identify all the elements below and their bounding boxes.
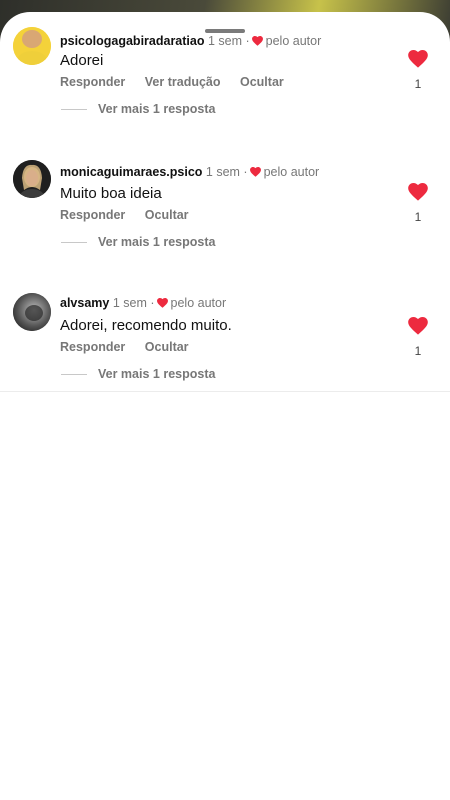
like-control[interactable]: 1 [407,50,429,91]
heart-icon[interactable] [408,183,428,201]
reply-button[interactable]: Responder [60,208,125,222]
like-control[interactable]: 1 [407,317,429,358]
comment-username[interactable]: psicologagabiradaratiao [60,34,204,48]
comments-sheet: psicologagabiradaratiao 1 sem · pelo auto… [0,12,450,800]
comment-time: 1 sem [205,165,240,179]
section-divider [0,391,450,392]
comment-actions: Responder Ocultar [60,340,205,354]
reply-button[interactable]: Responder [60,340,125,354]
like-count: 1 [414,77,422,91]
reply-thread-line [61,108,87,110]
view-more-replies-label: Ver mais 1 resposta [98,102,216,116]
view-more-replies[interactable]: Ver mais 1 resposta [61,235,215,249]
heart-mini-icon [251,35,263,49]
comment-meta: psicologagabiradaratiao 1 sem · pelo auto… [60,34,322,49]
like-count: 1 [414,210,422,224]
view-more-replies-label: Ver mais 1 resposta [98,367,216,381]
liked-by-author-label: pelo autor [265,34,322,48]
comment-text: Adorei, recomendo muito. [60,317,232,334]
heart-icon[interactable] [408,317,428,335]
comment-text: Muito boa ideia [60,185,162,202]
heart-mini-icon [156,297,168,311]
heart-mini-icon [249,166,261,180]
avatar[interactable] [13,160,51,198]
comment-time: 1 sem [112,296,147,310]
drag-handle[interactable] [205,29,245,33]
comment-text: Adorei [60,52,104,69]
like-control[interactable]: 1 [407,183,429,224]
comment-username[interactable]: monicaguimaraes.psico [60,165,202,179]
comment-meta: monicaguimaraes.psico 1 sem · pelo autor [60,165,320,180]
view-more-replies[interactable]: Ver mais 1 resposta [61,102,215,116]
comment-actions: Responder Ver tradução Ocultar [60,75,300,89]
view-more-replies[interactable]: Ver mais 1 resposta [61,367,215,381]
comment-username[interactable]: alvsamy [60,296,109,310]
see-translation-button[interactable]: Ver tradução [145,75,221,89]
avatar[interactable] [13,27,51,65]
avatar[interactable] [13,293,51,331]
reply-button[interactable]: Responder [60,75,125,89]
liked-by-author-label: pelo autor [263,165,320,179]
reply-thread-line [61,241,87,243]
comment-meta: alvsamy 1 sem · pelo autor [60,296,227,311]
view-more-replies-label: Ver mais 1 resposta [98,235,216,249]
hide-button[interactable]: Ocultar [240,75,284,89]
hide-button[interactable]: Ocultar [145,208,189,222]
reply-thread-line [61,373,87,375]
comment-actions: Responder Ocultar [60,208,205,222]
liked-by-author-label: pelo autor [170,296,227,310]
like-count: 1 [414,344,422,358]
heart-icon[interactable] [408,50,428,68]
comment-time: 1 sem [207,34,243,48]
hide-button[interactable]: Ocultar [145,340,189,354]
